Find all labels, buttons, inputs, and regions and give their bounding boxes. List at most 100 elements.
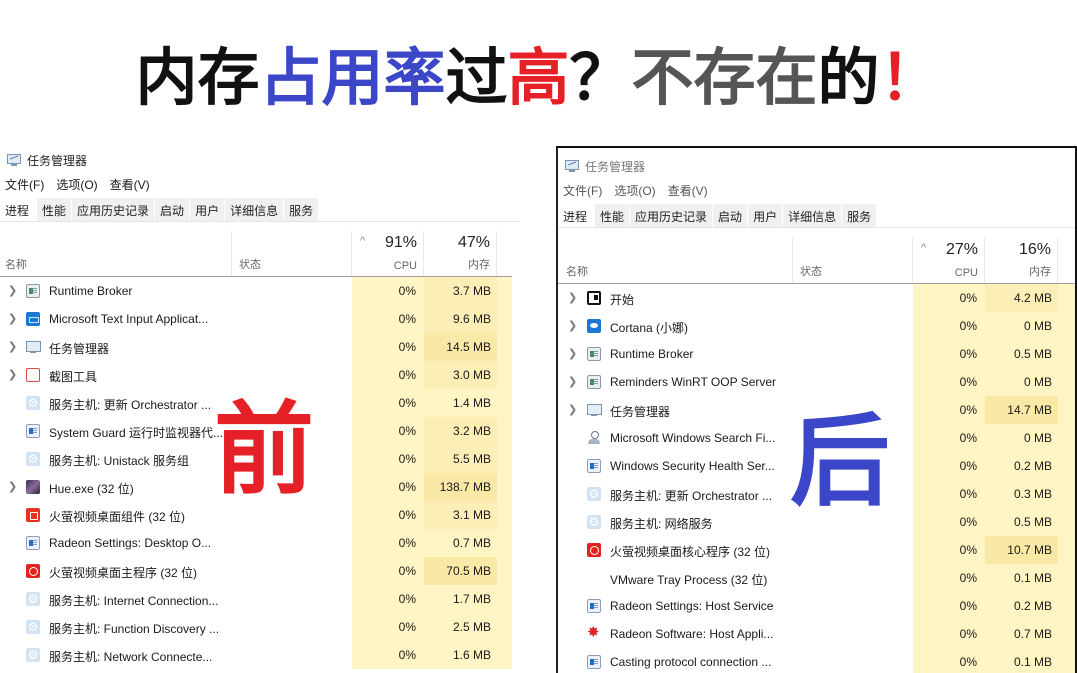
- process-row[interactable]: VMware Tray Process (32 位) 0% 0.1 MB: [558, 564, 1075, 592]
- window-blue-icon: [26, 424, 40, 438]
- chevron-right-icon[interactable]: ❯: [8, 368, 18, 381]
- process-row[interactable]: ❯ 截图工具 0% 3.0 MB: [0, 361, 512, 389]
- process-name: Microsoft Text Input Applicat...: [49, 312, 209, 326]
- tab-2[interactable]: 应用历史记录: [72, 198, 156, 221]
- process-name: Cortana (小娜): [610, 321, 689, 335]
- tab-4[interactable]: 用户: [190, 198, 226, 221]
- menu-file[interactable]: 文件(F): [5, 176, 44, 194]
- column-filler: [497, 445, 512, 473]
- process-name: 服务主机: Network Connecte...: [49, 650, 213, 664]
- process-memory: 0.5 MB: [985, 340, 1058, 368]
- column-name[interactable]: 名称: [558, 238, 793, 283]
- process-row[interactable]: 火萤视频桌面主程序 (32 位) 0% 70.5 MB: [0, 557, 512, 585]
- column-memory[interactable]: 16% 内存: [985, 238, 1058, 283]
- tab-6[interactable]: 服务: [284, 198, 320, 221]
- process-row[interactable]: ❯ Reminders WinRT OOP Server 0% 0 MB: [558, 368, 1075, 396]
- menu-view[interactable]: 查看(V): [668, 182, 708, 200]
- menu-options[interactable]: 选项(O): [56, 176, 97, 194]
- chevron-right-icon[interactable]: ❯: [568, 291, 578, 304]
- tab-4[interactable]: 用户: [748, 204, 784, 227]
- process-name: Runtime Broker: [49, 284, 133, 298]
- tab-0[interactable]: 进程: [558, 204, 596, 227]
- chevron-right-icon[interactable]: ❯: [8, 284, 18, 297]
- tab-5[interactable]: 详细信息: [783, 204, 843, 227]
- column-status[interactable]: 状态: [232, 231, 352, 276]
- process-row[interactable]: Radeon Settings: Host Service 0% 0.2 MB: [558, 592, 1075, 620]
- process-memory: 5.5 MB: [424, 445, 497, 473]
- headline-segment: 过: [445, 41, 508, 114]
- chevron-right-icon[interactable]: ❯: [8, 312, 18, 325]
- process-row[interactable]: ⚙ 服务主机: Function Discovery ... 0% 2.5 MB: [0, 613, 512, 641]
- process-row[interactable]: Radeon Software: Host Appli... 0%0.7 MB: [558, 620, 1075, 648]
- taskmgr-icon: [587, 403, 602, 417]
- process-row[interactable]: ⚙ 服务主机: Network Connecte... 0% 1.6 MB: [0, 641, 512, 669]
- firefly-main-icon: [26, 564, 40, 578]
- after-label: 后: [790, 403, 890, 520]
- tab-0[interactable]: 进程: [0, 198, 38, 221]
- process-cpu: 0%: [913, 620, 985, 648]
- process-memory: 0.7 MB: [985, 620, 1058, 648]
- memory-total: 16%: [1018, 241, 1051, 258]
- column-filler: [497, 417, 512, 445]
- window-titlebar: 任务管理器: [564, 156, 645, 176]
- column-memory[interactable]: 47% 内存: [424, 231, 497, 276]
- process-row[interactable]: ❯ Microsoft Text Input Applicat... 0% 9.6 M…: [0, 305, 512, 333]
- tab-3[interactable]: 启动: [155, 198, 191, 221]
- column-name[interactable]: 名称: [0, 231, 232, 276]
- column-status-label: 状态: [800, 266, 822, 278]
- process-name: 服务主机: Internet Connection...: [49, 594, 219, 608]
- column-cpu-label: CPU: [954, 267, 978, 279]
- process-row[interactable]: ❯ 任务管理器 0% 14.5 MB: [0, 333, 512, 361]
- start-icon: [587, 291, 601, 305]
- chevron-right-icon[interactable]: ❯: [568, 375, 578, 388]
- process-row[interactable]: Casting protocol connection ... 0% 0.1 MB: [558, 648, 1075, 673]
- menu-file[interactable]: 文件(F): [563, 182, 602, 200]
- menu-view[interactable]: 查看(V): [110, 176, 150, 194]
- process-row[interactable]: ❯ Cortana (小娜) 0% 0 MB: [558, 312, 1075, 340]
- tab-6[interactable]: 服务: [842, 204, 878, 227]
- cortana-icon: [587, 319, 601, 333]
- process-cpu: 0%: [352, 333, 424, 361]
- chevron-right-icon[interactable]: ❯: [568, 403, 578, 416]
- chevron-right-icon[interactable]: ❯: [568, 319, 578, 332]
- gear-icon: ⚙: [26, 452, 40, 466]
- column-cpu[interactable]: ^ 91% CPU: [352, 231, 424, 276]
- tab-bar: 进程 性能 应用历史记录 启动 用户 详细信息 服务: [558, 204, 1075, 228]
- process-row[interactable]: Radeon Settings: Desktop O... 0% 0.7 MB: [0, 529, 512, 557]
- process-row[interactable]: ⚙ 服务主机: Internet Connection... 0% 1.7 MB: [0, 585, 512, 613]
- process-memory: 0.3 MB: [985, 480, 1058, 508]
- column-header: 名称 状态 ^ 27% CPU 16% 内存: [558, 238, 1075, 284]
- process-memory: 0.1 MB: [985, 648, 1058, 673]
- chevron-right-icon[interactable]: ❯: [8, 480, 18, 493]
- column-filler: [1058, 452, 1075, 480]
- column-cpu[interactable]: ^ 27% CPU: [913, 238, 985, 283]
- process-cpu: 0%: [913, 340, 985, 368]
- process-cpu: 0%: [352, 473, 424, 501]
- tab-2[interactable]: 应用历史记录: [630, 204, 714, 227]
- process-row[interactable]: 火萤视频桌面核心程序 (32 位) 0% 10.7 MB: [558, 536, 1075, 564]
- process-row[interactable]: ❯ 开始 0% 4.2 MB: [558, 284, 1075, 312]
- tab-5[interactable]: 详细信息: [225, 198, 285, 221]
- tab-1[interactable]: 性能: [595, 204, 631, 227]
- column-status[interactable]: 状态: [793, 238, 913, 283]
- window-icon: [26, 284, 40, 298]
- taskmgr-icon: [26, 340, 41, 354]
- process-row[interactable]: ❯ Runtime Broker 0% 3.7 MB: [0, 277, 512, 305]
- process-cpu: 0%: [352, 557, 424, 585]
- sort-up-icon: ^: [360, 235, 366, 247]
- tab-1[interactable]: 性能: [37, 198, 73, 221]
- menu-options[interactable]: 选项(O): [614, 182, 655, 200]
- chevron-right-icon[interactable]: ❯: [568, 347, 578, 360]
- process-cpu: 0%: [913, 424, 985, 452]
- process-memory: 0.2 MB: [985, 592, 1058, 620]
- chevron-right-icon[interactable]: ❯: [8, 340, 18, 353]
- tab-3[interactable]: 启动: [713, 204, 749, 227]
- process-row[interactable]: ❯ Runtime Broker 0% 0.5 MB: [558, 340, 1075, 368]
- cpu-total: 27%: [945, 241, 978, 258]
- process-name: VMware Tray Process (32 位): [610, 573, 768, 587]
- process-cpu: 0%: [352, 613, 424, 641]
- menu-bar: 文件(F) 选项(O) 查看(V): [5, 176, 162, 194]
- column-memory-label: 内存: [468, 259, 490, 271]
- process-cpu: 0%: [913, 284, 985, 312]
- gear-icon: ⚙: [587, 487, 601, 501]
